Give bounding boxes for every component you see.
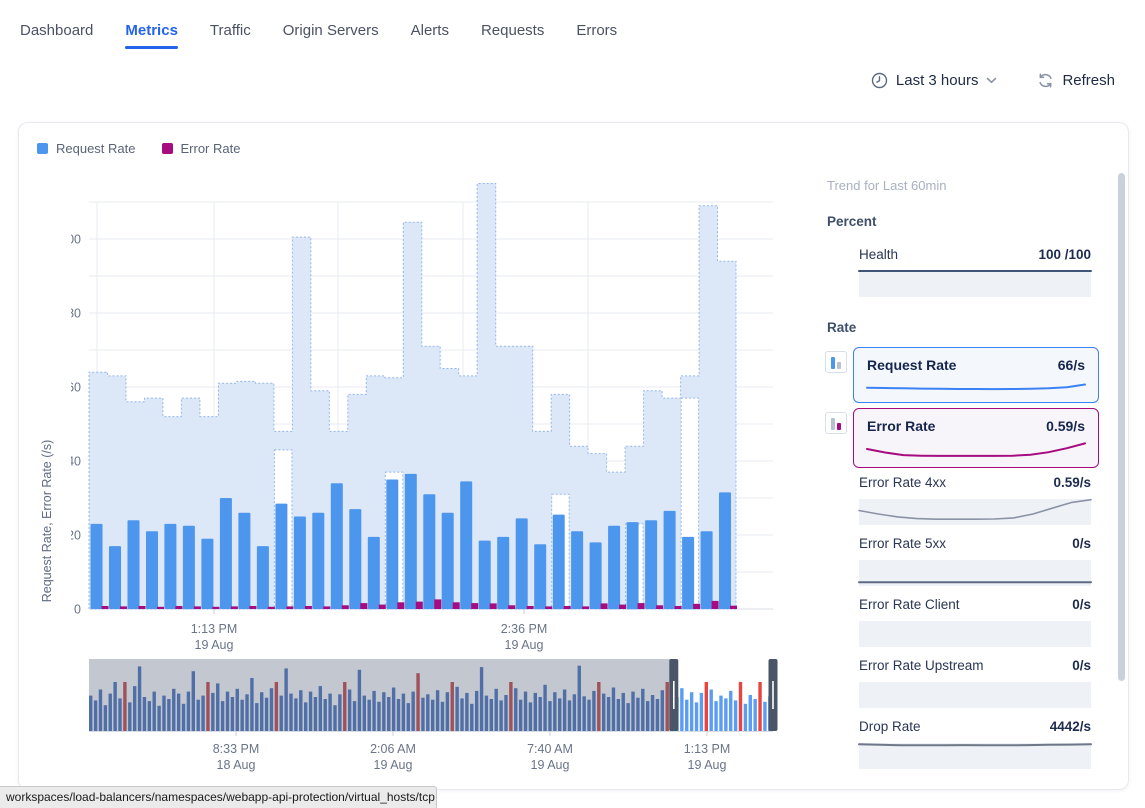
svg-text:19 Aug: 19 Aug	[688, 758, 727, 772]
trend-value: 66/s	[1058, 357, 1085, 373]
legend-label: Request Rate	[56, 141, 136, 156]
trend-value: 100 /100	[1038, 247, 1091, 262]
y-axis-title: Request Rate, Error Rate (/s)	[40, 440, 54, 603]
trend-value: 0.59/s	[1046, 418, 1085, 434]
trend-card-error-rate[interactable]: Error Rate 0.59/s	[853, 408, 1099, 468]
tab-origin-servers[interactable]: Origin Servers	[283, 22, 379, 45]
sparkline	[859, 560, 1091, 586]
trend-label: Health	[859, 247, 898, 262]
refresh-label: Refresh	[1062, 72, 1115, 89]
link-status-bar: workspaces/load-balancers/namespaces/web…	[0, 786, 437, 808]
sparkline	[859, 271, 1091, 297]
icon-bar-short	[837, 423, 841, 430]
trend-label: Error Rate Upstream	[859, 658, 984, 673]
trend-value: 4442/s	[1050, 719, 1091, 734]
svg-text:100: 100	[71, 233, 81, 247]
sparkline	[859, 682, 1091, 708]
time-range-label: Last 3 hours	[896, 72, 979, 89]
timeline-navigator-chart[interactable]: 8:33 PM 18 Aug 2:06 AM 19 Aug 7:40 AM 19 Aug 1…	[71, 657, 811, 779]
legend-label: Error Rate	[181, 141, 241, 156]
trend-panel: Trend for Last 60min Percent Rate Health 10…	[811, 123, 1121, 789]
series-bar-chart-icon-request-rate[interactable]	[825, 351, 847, 373]
legend-swatch	[37, 143, 48, 154]
chart-legend: Request Rate Error Rate	[37, 141, 240, 156]
tab-alerts[interactable]: Alerts	[411, 22, 449, 45]
sparkline	[859, 499, 1091, 525]
svg-text:19 Aug: 19 Aug	[195, 638, 234, 652]
trend-item-error-rate-upstream[interactable]: Error Rate Upstream 0/s	[859, 658, 1091, 708]
sparkline	[859, 621, 1091, 647]
chart-controls: Last 3 hours Refresh	[871, 72, 1115, 89]
svg-text:7:40 AM: 7:40 AM	[527, 742, 573, 756]
icon-bar-tall	[831, 418, 835, 430]
metrics-page: { "nav": { "tabs": [ {"label": "Dashboar…	[0, 0, 1145, 808]
trend-item-error-rate-client[interactable]: Error Rate Client 0/s	[859, 597, 1091, 647]
legend-item-request-rate[interactable]: Request Rate	[37, 141, 136, 156]
sparkline	[867, 438, 1085, 460]
tab-errors[interactable]: Errors	[576, 22, 617, 45]
series-bar-chart-icon-error-rate[interactable]	[825, 412, 847, 434]
svg-text:60: 60	[71, 381, 81, 395]
svg-text:19 Aug: 19 Aug	[374, 758, 413, 772]
trend-label: Error Rate 5xx	[859, 536, 946, 551]
sparkline	[859, 743, 1091, 769]
brush-handle-left[interactable]	[669, 659, 678, 731]
svg-text:1:13 PM: 1:13 PM	[191, 622, 238, 636]
legend-swatch	[162, 143, 173, 154]
trend-value: 0.59/s	[1053, 475, 1091, 490]
svg-text:8:33 PM: 8:33 PM	[213, 742, 260, 756]
trend-item-health[interactable]: Health 100 /100	[859, 247, 1091, 297]
svg-text:20: 20	[71, 529, 81, 543]
trend-item-error-rate-4xx[interactable]: Error Rate 4xx 0.59/s	[859, 475, 1091, 525]
tab-requests[interactable]: Requests	[481, 22, 544, 45]
legend-item-error-rate[interactable]: Error Rate	[162, 141, 241, 156]
trend-label: Drop Rate	[859, 719, 921, 734]
svg-text:0: 0	[74, 603, 81, 617]
trend-panel-title: Trend for Last 60min	[827, 178, 946, 193]
trend-card-request-rate[interactable]: Request Rate 66/s	[853, 347, 1099, 403]
trend-section-percent: Percent	[827, 214, 877, 229]
refresh-icon	[1037, 72, 1054, 89]
panel-scrollbar-thumb[interactable]	[1118, 173, 1125, 681]
trend-label: Error Rate Client	[859, 597, 960, 612]
clock-icon	[871, 72, 888, 89]
tab-traffic[interactable]: Traffic	[210, 22, 251, 45]
chevron-down-icon	[986, 77, 997, 84]
tab-metrics[interactable]: Metrics	[125, 22, 178, 45]
svg-text:2:06 AM: 2:06 AM	[370, 742, 416, 756]
svg-text:19 Aug: 19 Aug	[531, 758, 570, 772]
metrics-card: Request Rate Error Rate Request Rate, Err…	[18, 122, 1129, 790]
trend-label: Error Rate	[867, 418, 935, 434]
icon-bar-tall	[831, 357, 835, 369]
trend-label: Request Rate	[867, 357, 956, 373]
trend-label: Error Rate 4xx	[859, 475, 946, 490]
trend-section-rate: Rate	[827, 320, 856, 335]
trend-value: 0/s	[1072, 597, 1091, 612]
tab-dashboard[interactable]: Dashboard	[20, 22, 93, 45]
svg-text:40: 40	[71, 455, 81, 469]
request-error-rate-chart[interactable]: 0 20 40 60 80 100 1:13 PM 19 Aug 2:36 PM 19 Aug	[71, 177, 811, 655]
refresh-button[interactable]: Refresh	[1037, 72, 1115, 89]
time-range-selector[interactable]: Last 3 hours	[871, 72, 998, 89]
trend-item-drop-rate[interactable]: Drop Rate 4442/s	[859, 719, 1091, 769]
svg-text:80: 80	[71, 307, 81, 321]
svg-text:2:36 PM: 2:36 PM	[501, 622, 548, 636]
brush-handle-right[interactable]	[769, 659, 778, 731]
svg-text:1:13 PM: 1:13 PM	[684, 742, 731, 756]
tab-bar: Dashboard Metrics Traffic Origin Servers Ale…	[20, 22, 617, 45]
svg-text:18 Aug: 18 Aug	[217, 758, 256, 772]
sparkline	[867, 377, 1085, 399]
trend-value: 0/s	[1072, 658, 1091, 673]
trend-value: 0/s	[1072, 536, 1091, 551]
trend-item-error-rate-5xx[interactable]: Error Rate 5xx 0/s	[859, 536, 1091, 586]
icon-bar-short	[837, 362, 841, 369]
svg-text:19 Aug: 19 Aug	[505, 638, 544, 652]
